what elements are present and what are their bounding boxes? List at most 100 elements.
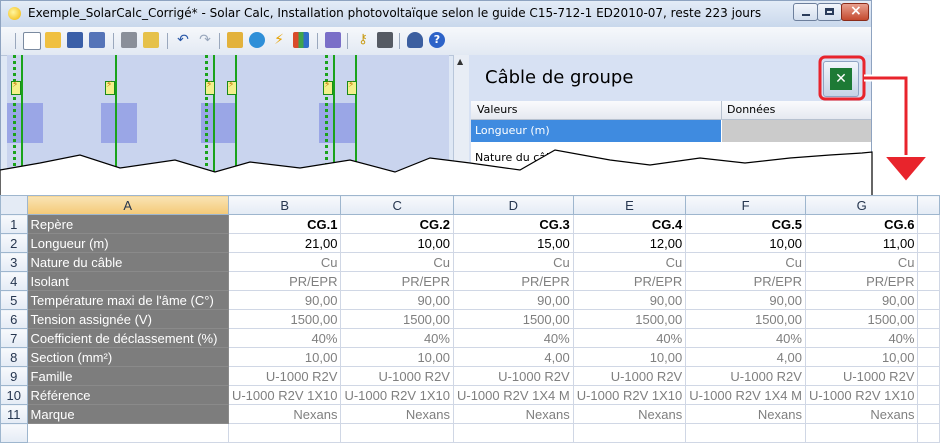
data-cell[interactable]: 10,00 [227,347,342,367]
column-header[interactable]: B [227,195,342,215]
data-cell[interactable]: Nexans [227,404,342,424]
empty-cell[interactable] [917,404,940,424]
row-header[interactable]: 8 [0,347,28,367]
empty-cell[interactable] [917,233,940,253]
empty-cell[interactable] [804,423,919,443]
data-cell[interactable]: 1500,00 [572,309,687,329]
column-header-overflow[interactable] [917,195,940,215]
empty-cell[interactable] [572,423,687,443]
empty-cell[interactable] [26,423,229,443]
empty-cell[interactable] [917,309,940,329]
row-label-cell[interactable]: Repère [26,214,229,234]
data-cell[interactable]: 90,00 [572,290,687,310]
data-cell[interactable]: U-1000 R2V [340,366,454,386]
row-label-cell[interactable]: Température maxi de l'âme (C°) [26,290,229,310]
data-cell[interactable]: CG.2 [340,214,454,234]
row-label-cell[interactable]: Marque [26,404,229,424]
data-cell[interactable]: CG.6 [804,214,919,234]
empty-cell[interactable] [685,423,806,443]
data-cell[interactable]: CG.1 [227,214,342,234]
empty-cell[interactable] [917,347,940,367]
data-cell[interactable]: 10,00 [572,347,687,367]
empty-cell[interactable] [340,423,454,443]
data-cell[interactable]: 90,00 [340,290,454,310]
data-cell[interactable]: 40% [227,328,342,348]
column-header[interactable]: E [572,195,687,215]
empty-cell[interactable] [917,290,940,310]
data-cell[interactable]: U-1000 R2V 1X4 M [685,385,806,405]
row-label-cell[interactable]: Coefficient de déclassement (%) [26,328,229,348]
data-cell[interactable]: 1500,00 [452,309,574,329]
data-cell[interactable]: CG.4 [572,214,687,234]
data-cell[interactable]: U-1000 R2V [804,366,919,386]
row-label-cell[interactable]: Nature du câble [26,252,229,272]
data-cell[interactable]: 90,00 [685,290,806,310]
row-header[interactable]: 5 [0,290,28,310]
empty-cell[interactable] [917,328,940,348]
data-cell[interactable]: 10,00 [685,233,806,253]
row-header[interactable]: 2 [0,233,28,253]
row-header[interactable]: 4 [0,271,28,291]
data-cell[interactable]: 40% [572,328,687,348]
data-cell[interactable]: Nexans [340,404,454,424]
empty-cell[interactable] [227,423,342,443]
column-header[interactable]: F [685,195,806,215]
data-cell[interactable]: CG.3 [452,214,574,234]
data-cell[interactable]: Nexans [452,404,574,424]
data-cell[interactable]: 40% [340,328,454,348]
column-header[interactable]: C [340,195,454,215]
data-cell[interactable]: 4,00 [685,347,806,367]
row-header[interactable] [0,423,28,443]
data-cell[interactable]: PR/EPR [340,271,454,291]
empty-cell[interactable] [452,423,574,443]
data-cell[interactable]: 1500,00 [685,309,806,329]
data-cell[interactable]: U-1000 R2V 1X10 [340,385,454,405]
data-cell[interactable]: PR/EPR [572,271,687,291]
data-cell[interactable]: Cu [452,252,574,272]
empty-cell[interactable] [917,366,940,386]
data-cell[interactable]: 90,00 [804,290,919,310]
empty-cell[interactable] [917,385,940,405]
data-cell[interactable]: 10,00 [340,233,454,253]
row-label-cell[interactable]: Référence [26,385,229,405]
data-cell[interactable]: Nexans [572,404,687,424]
data-cell[interactable]: PR/EPR [685,271,806,291]
data-cell[interactable]: 1500,00 [340,309,454,329]
data-cell[interactable]: 40% [804,328,919,348]
row-header[interactable]: 6 [0,309,28,329]
data-cell[interactable]: PR/EPR [804,271,919,291]
data-cell[interactable]: Cu [340,252,454,272]
row-header[interactable]: 7 [0,328,28,348]
data-cell[interactable]: U-1000 R2V [452,366,574,386]
row-header[interactable]: 10 [0,385,28,405]
empty-cell[interactable] [917,252,940,272]
row-header[interactable]: 11 [0,404,28,424]
data-cell[interactable]: 11,00 [804,233,919,253]
data-cell[interactable]: U-1000 R2V [685,366,806,386]
data-cell[interactable]: 15,00 [452,233,574,253]
row-header[interactable]: 3 [0,252,28,272]
data-cell[interactable]: 10,00 [804,347,919,367]
data-cell[interactable]: PR/EPR [227,271,342,291]
data-cell[interactable]: Nexans [804,404,919,424]
data-cell[interactable]: U-1000 R2V 1X10 [227,385,342,405]
row-label-cell[interactable]: Isolant [26,271,229,291]
row-label-cell[interactable]: Famille [26,366,229,386]
row-header[interactable]: 1 [0,214,28,234]
data-cell[interactable]: 12,00 [572,233,687,253]
data-cell[interactable]: Cu [227,252,342,272]
data-cell[interactable]: U-1000 R2V [572,366,687,386]
data-cell[interactable]: Nexans [685,404,806,424]
column-header[interactable]: A [26,195,229,215]
data-cell[interactable]: U-1000 R2V 1X10 [572,385,687,405]
data-cell[interactable]: Cu [572,252,687,272]
select-all-corner[interactable] [0,195,28,215]
column-header[interactable]: G [804,195,919,215]
data-cell[interactable]: Cu [804,252,919,272]
column-header[interactable]: D [452,195,574,215]
data-cell[interactable]: 1500,00 [227,309,342,329]
data-cell[interactable]: 90,00 [227,290,342,310]
empty-cell[interactable] [917,271,940,291]
empty-cell[interactable] [917,423,940,443]
data-cell[interactable]: 40% [452,328,574,348]
